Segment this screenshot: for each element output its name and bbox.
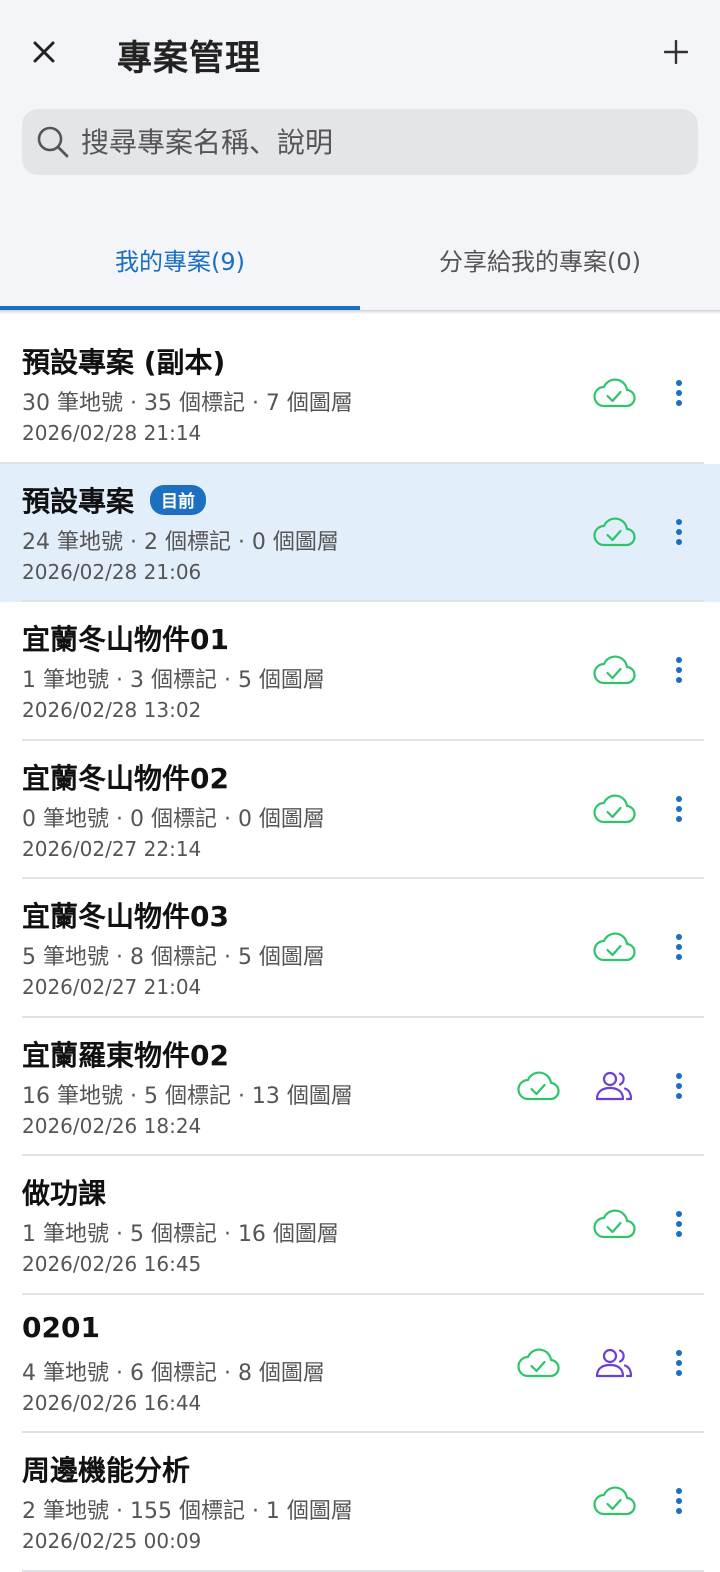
more-vert-icon bbox=[676, 1072, 682, 1099]
project-list-item[interactable]: 周邊機能分析 2 筆地號 · 155 個標記 · 1 個圖層 2026/02/2… bbox=[0, 1433, 720, 1572]
project-title-row: 宜蘭冬山物件03 bbox=[22, 895, 229, 935]
search-bar[interactable] bbox=[22, 109, 698, 175]
project-updated-time: 2026/02/28 13:02 bbox=[22, 698, 202, 722]
project-name: 周邊機能分析 bbox=[22, 1454, 191, 1487]
close-button[interactable] bbox=[26, 34, 62, 70]
project-list-item[interactable]: 宜蘭冬山物件01 1 筆地號 · 3 個標記 · 5 個圖層 2026/02/2… bbox=[0, 602, 720, 741]
tab-shared-with-me[interactable]: 分享給我的專案(0) bbox=[360, 222, 720, 310]
project-name: 宜蘭冬山物件03 bbox=[22, 900, 229, 933]
tab-bar: 我的專案(9) 分享給我的專案(0) bbox=[0, 222, 720, 310]
project-stats: 4 筆地號 · 6 個標記 · 8 個圖層 bbox=[22, 1360, 325, 1386]
project-title-row: 宜蘭冬山物件02 bbox=[22, 757, 229, 797]
more-vert-icon bbox=[676, 1349, 682, 1376]
project-name: 宜蘭冬山物件02 bbox=[22, 761, 229, 795]
project-name: 宜蘭羅東物件02 bbox=[22, 1038, 229, 1072]
project-title-row: 做功課 bbox=[22, 1172, 106, 1212]
project-list-item[interactable]: 宜蘭冬山物件02 0 筆地號 · 0 個標記 · 0 個圖層 2026/02/2… bbox=[0, 741, 720, 879]
project-stats: 1 筆地號 · 5 個標記 · 16 個圖層 bbox=[22, 1222, 339, 1247]
more-vert-icon bbox=[676, 934, 682, 960]
more-options-button[interactable] bbox=[665, 1208, 693, 1240]
more-options-button[interactable] bbox=[665, 1347, 693, 1379]
more-vert-icon bbox=[676, 518, 682, 545]
project-title-row: 預設專案 (副本) bbox=[22, 341, 225, 381]
project-updated-time: 2026/02/26 16:44 bbox=[22, 1390, 202, 1415]
project-stats: 0 筆地號 · 0 個標記 · 0 個圖層 bbox=[22, 806, 325, 832]
more-options-button[interactable] bbox=[665, 654, 693, 686]
more-vert-icon bbox=[676, 657, 682, 683]
project-title-row: 宜蘭羅東物件02 bbox=[22, 1034, 229, 1074]
more-options-button[interactable] bbox=[665, 516, 693, 548]
project-name: 做功課 bbox=[22, 1177, 107, 1210]
more-options-button[interactable] bbox=[665, 377, 693, 409]
cloud-synced-icon bbox=[517, 1347, 560, 1377]
project-list-item[interactable]: 預設專案 目前 24 筆地號 · 2 個標記 · 0 個圖層 2026/02/2… bbox=[0, 463, 720, 602]
project-stats: 30 筆地號 · 35 個標記 · 7 個圖層 bbox=[22, 391, 353, 416]
more-options-button[interactable] bbox=[665, 931, 693, 963]
cloud-synced-icon bbox=[517, 1070, 560, 1100]
tab-my-projects[interactable]: 我的專案(9) bbox=[0, 222, 360, 310]
project-updated-time: 2026/02/28 21:06 bbox=[22, 559, 202, 584]
more-options-button[interactable] bbox=[665, 793, 693, 825]
project-stats: 16 筆地號 · 5 個標記 · 13 個圖層 bbox=[22, 1083, 353, 1109]
project-title-row: 周邊機能分析 bbox=[22, 1449, 190, 1489]
project-title-row: 0201 bbox=[22, 1311, 100, 1344]
more-vert-icon bbox=[676, 380, 682, 406]
search-icon bbox=[35, 124, 71, 160]
row-divider bbox=[22, 1569, 704, 1572]
project-updated-time: 2026/02/27 21:04 bbox=[22, 975, 202, 999]
project-stats: 2 筆地號 · 155 個標記 · 1 個圖層 bbox=[22, 1499, 353, 1524]
shared-users-icon[interactable] bbox=[594, 1070, 634, 1102]
cloud-synced-icon bbox=[593, 516, 636, 546]
project-list-item[interactable]: 預設專案 (副本) 30 筆地號 · 35 個標記 · 7 個圖層 2026/0… bbox=[0, 325, 720, 464]
project-list: 預設專案 (副本) 30 筆地號 · 35 個標記 · 7 個圖層 2026/0… bbox=[0, 325, 720, 1572]
project-updated-time: 2026/02/27 22:14 bbox=[22, 836, 202, 861]
project-updated-time: 2026/02/28 21:14 bbox=[22, 421, 202, 445]
project-name: 宜蘭冬山物件01 bbox=[22, 623, 229, 656]
project-list-item[interactable]: 0201 4 筆地號 · 6 個標記 · 8 個圖層 2026/02/26 16… bbox=[0, 1295, 720, 1433]
project-name: 預設專案 (副本) bbox=[22, 346, 226, 379]
cloud-synced-icon bbox=[593, 1209, 636, 1239]
search-input[interactable] bbox=[79, 124, 698, 160]
more-vert-icon bbox=[676, 1211, 682, 1237]
plus-icon bbox=[664, 40, 688, 64]
project-title-row: 預設專案 目前 bbox=[22, 480, 207, 520]
page-title: 專案管理 bbox=[117, 39, 262, 79]
project-list-item[interactable]: 宜蘭冬山物件03 5 筆地號 · 8 個標記 · 5 個圖層 2026/02/2… bbox=[0, 879, 720, 1018]
project-title-row: 宜蘭冬山物件01 bbox=[22, 618, 229, 658]
current-project-badge: 目前 bbox=[150, 484, 207, 515]
shared-users-icon[interactable] bbox=[594, 1347, 634, 1379]
cloud-synced-icon bbox=[593, 1486, 636, 1516]
cloud-synced-icon bbox=[593, 655, 636, 685]
project-stats: 5 筆地號 · 8 個標記 · 5 個圖層 bbox=[22, 945, 325, 970]
project-stats: 24 筆地號 · 2 個標記 · 0 個圖層 bbox=[22, 529, 339, 555]
project-updated-time: 2026/02/26 18:24 bbox=[22, 1113, 202, 1138]
project-list-item[interactable]: 宜蘭羅東物件02 16 筆地號 · 5 個標記 · 13 個圖層 2026/02… bbox=[0, 1018, 720, 1156]
project-name: 0201 bbox=[22, 1310, 100, 1344]
add-project-button[interactable] bbox=[658, 34, 694, 70]
project-updated-time: 2026/02/25 00:09 bbox=[22, 1529, 202, 1553]
cloud-synced-icon bbox=[593, 378, 636, 408]
project-list-item[interactable]: 做功課 1 筆地號 · 5 個標記 · 16 個圖層 2026/02/26 16… bbox=[0, 1156, 720, 1295]
more-options-button[interactable] bbox=[665, 1485, 693, 1517]
cloud-synced-icon bbox=[593, 793, 636, 823]
more-options-button[interactable] bbox=[665, 1070, 693, 1102]
more-vert-icon bbox=[676, 1488, 682, 1514]
project-stats: 1 筆地號 · 3 個標記 · 5 個圖層 bbox=[22, 668, 325, 693]
more-vert-icon bbox=[676, 795, 682, 822]
close-icon bbox=[33, 41, 55, 63]
cloud-synced-icon bbox=[593, 932, 636, 962]
tab-bar-shadow bbox=[0, 310, 720, 314]
project-updated-time: 2026/02/26 16:45 bbox=[22, 1252, 202, 1276]
top-app-bar: 專案管理 我的專案(9) 分享給我的專案(0) bbox=[0, 0, 720, 310]
project-name: 預設專案 bbox=[22, 484, 135, 518]
